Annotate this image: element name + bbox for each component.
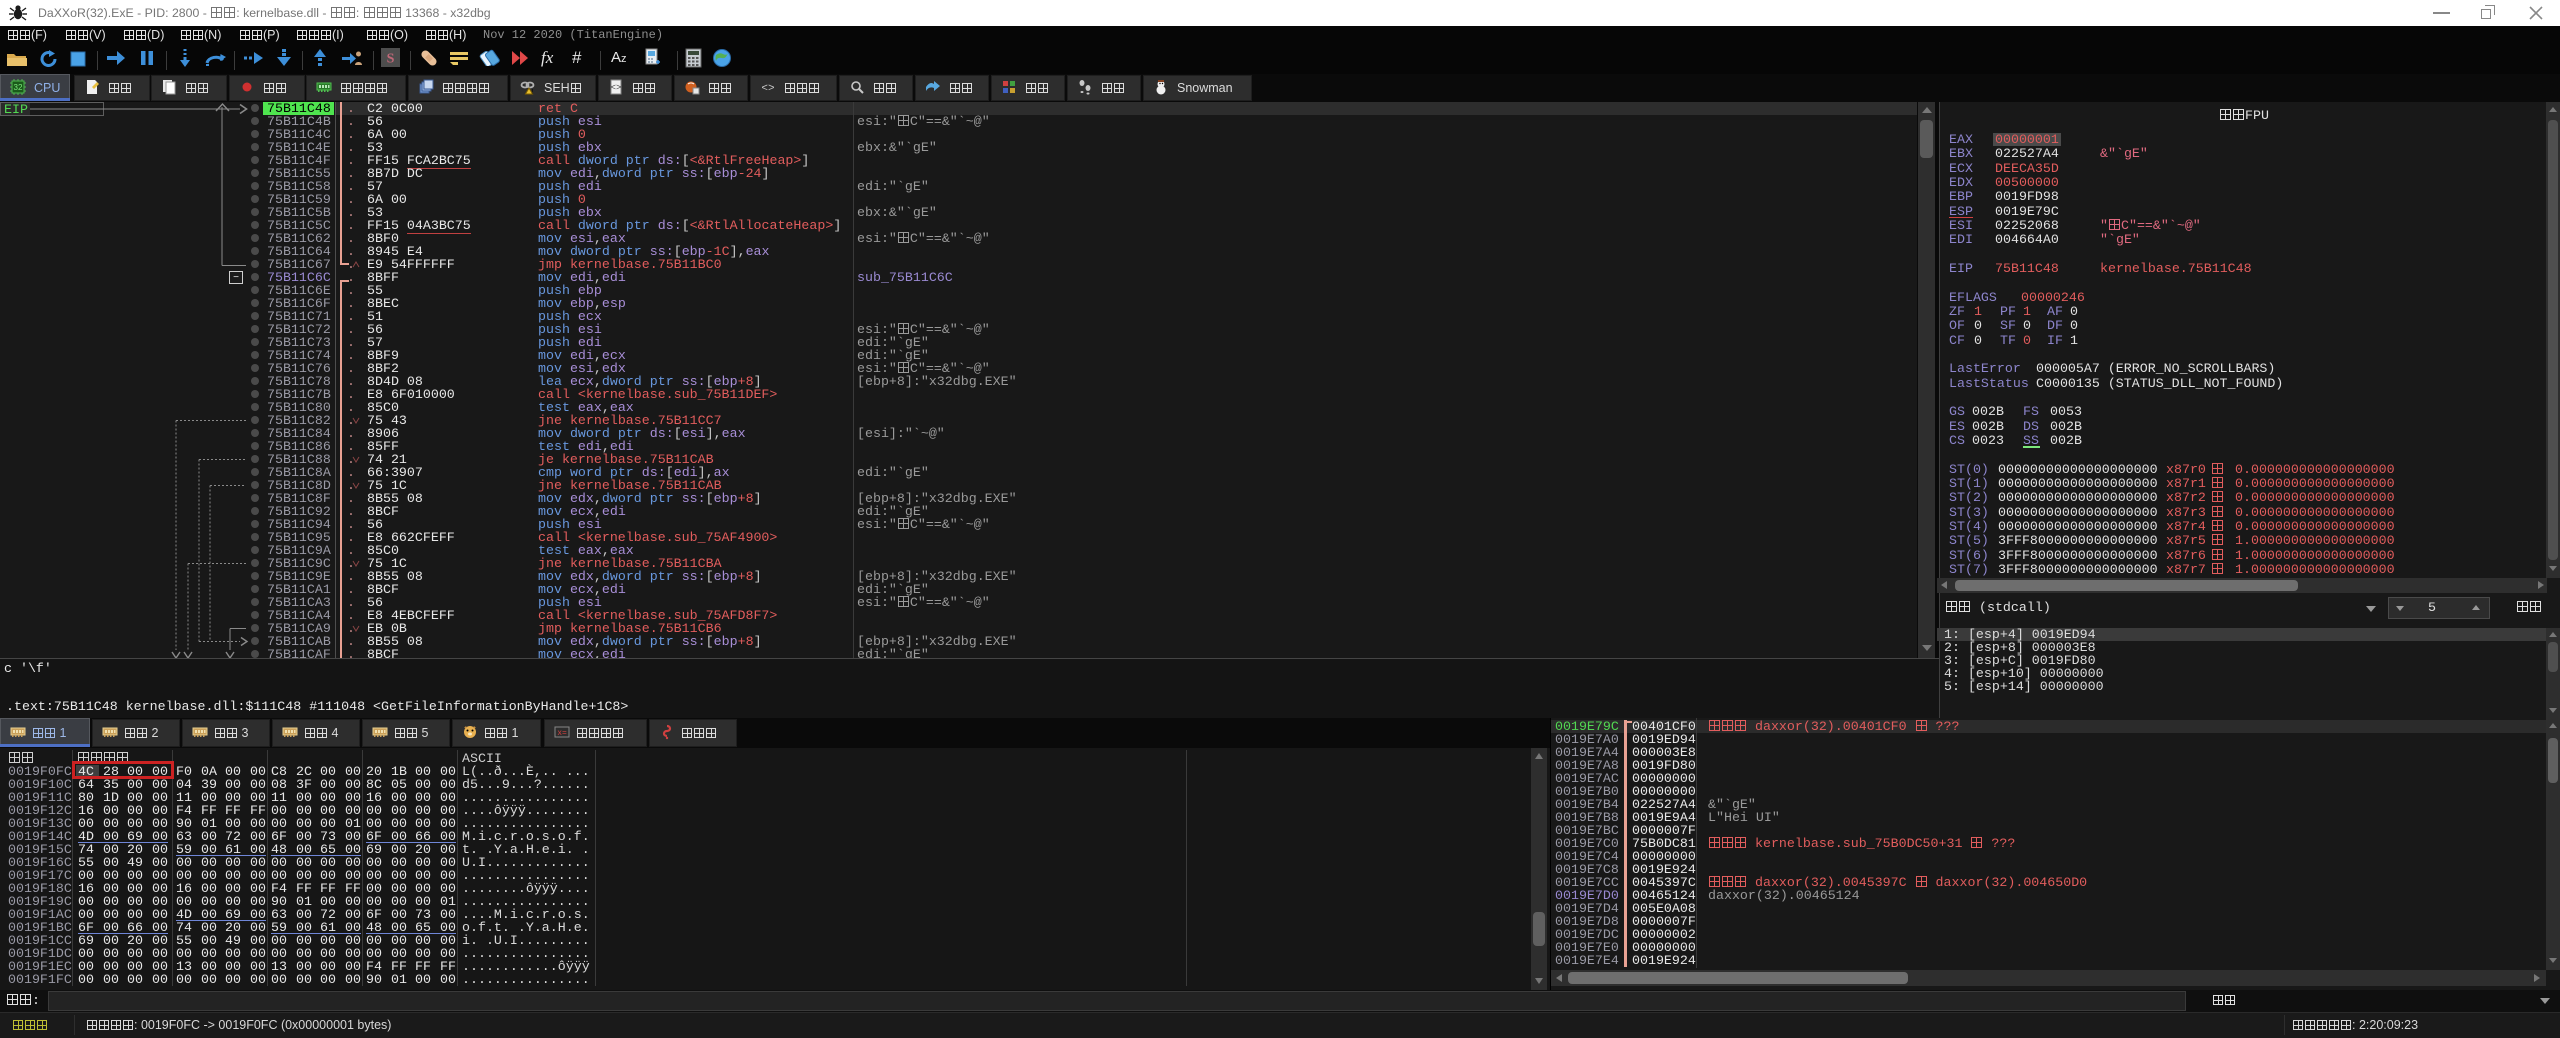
svg-text:<>: <> [761,83,774,95]
svg-text:!: ! [531,89,535,96]
svg-text:S: S [387,52,395,67]
svg-text:x=: x= [557,729,567,738]
svg-text:32: 32 [14,83,23,92]
svg-text:<>: <> [611,83,622,93]
